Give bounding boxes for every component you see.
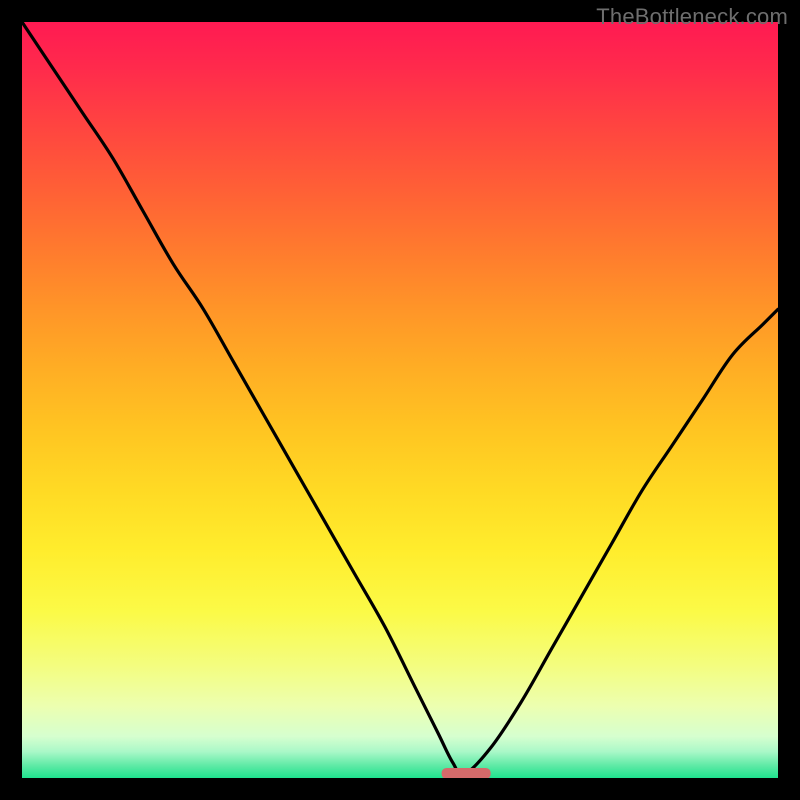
gradient-background <box>22 22 778 778</box>
plot-area <box>22 22 778 778</box>
minimum-marker <box>442 768 491 778</box>
watermark-text: TheBottleneck.com <box>596 4 788 30</box>
chart-svg <box>22 22 778 778</box>
chart-frame: TheBottleneck.com <box>0 0 800 800</box>
